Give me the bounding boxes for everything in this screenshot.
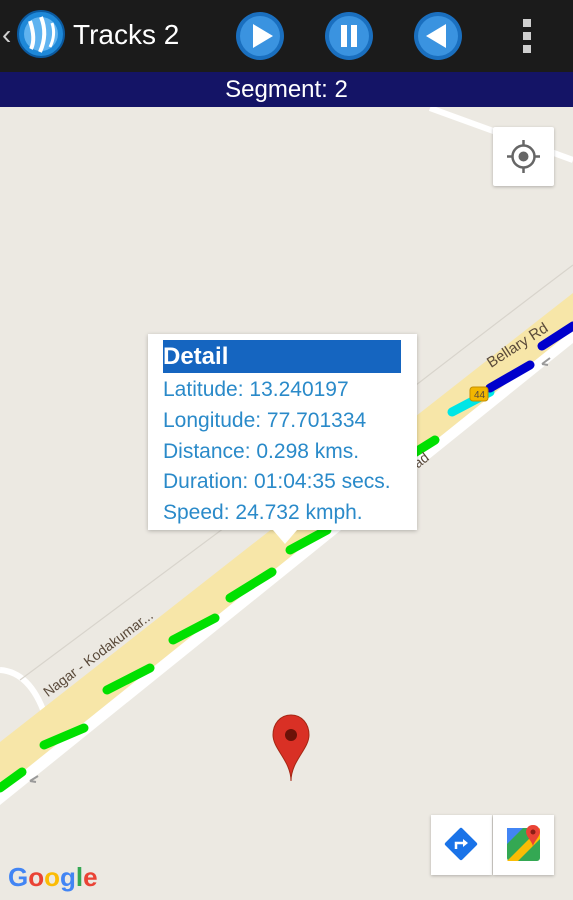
pause-icon[interactable] xyxy=(324,11,374,61)
directions-icon xyxy=(444,827,478,861)
my-location-icon xyxy=(507,140,540,173)
track-logo-icon[interactable] xyxy=(16,9,66,59)
location-marker-icon[interactable] xyxy=(271,713,311,783)
google-letter-g: G xyxy=(8,862,29,892)
duration-text: Duration: 01:04:35 secs. xyxy=(163,470,391,493)
back-icon[interactable]: ‹ xyxy=(2,18,11,52)
my-location-button[interactable] xyxy=(493,127,554,186)
google-letter-o2: o xyxy=(44,862,61,892)
distance-text: Distance: 0.298 kms. xyxy=(163,440,360,463)
road-label-nh44: 44 xyxy=(474,390,486,401)
longitude-text: Longitude: 77.701334 xyxy=(163,409,367,432)
google-letter-e: e xyxy=(83,862,98,892)
latitude-text: Latitude: 13.240197 xyxy=(163,378,349,401)
back-icon[interactable] xyxy=(413,11,463,61)
directions-button[interactable] xyxy=(431,815,492,875)
google-letter-g2: g xyxy=(60,862,76,892)
detail-header: Detail xyxy=(163,340,401,373)
app-toolbar: ‹ Tracks 2 xyxy=(0,0,573,72)
detail-info-window[interactable]: Detail Latitude: 13.240197 Longitude: 77… xyxy=(148,334,417,544)
google-maps-icon xyxy=(507,825,540,861)
play-icon[interactable] xyxy=(235,11,285,61)
google-letter-l: l xyxy=(75,862,84,892)
google-logo: Google xyxy=(8,862,98,892)
google-letter-o1: o xyxy=(28,862,45,892)
more-vert-icon[interactable] xyxy=(515,16,539,56)
open-in-maps-button[interactable] xyxy=(493,815,554,875)
app-title: Tracks 2 xyxy=(73,19,180,50)
segment-bar: Segment: 2 xyxy=(0,72,573,107)
speed-text: Speed: 24.732 kmph. xyxy=(163,501,363,524)
